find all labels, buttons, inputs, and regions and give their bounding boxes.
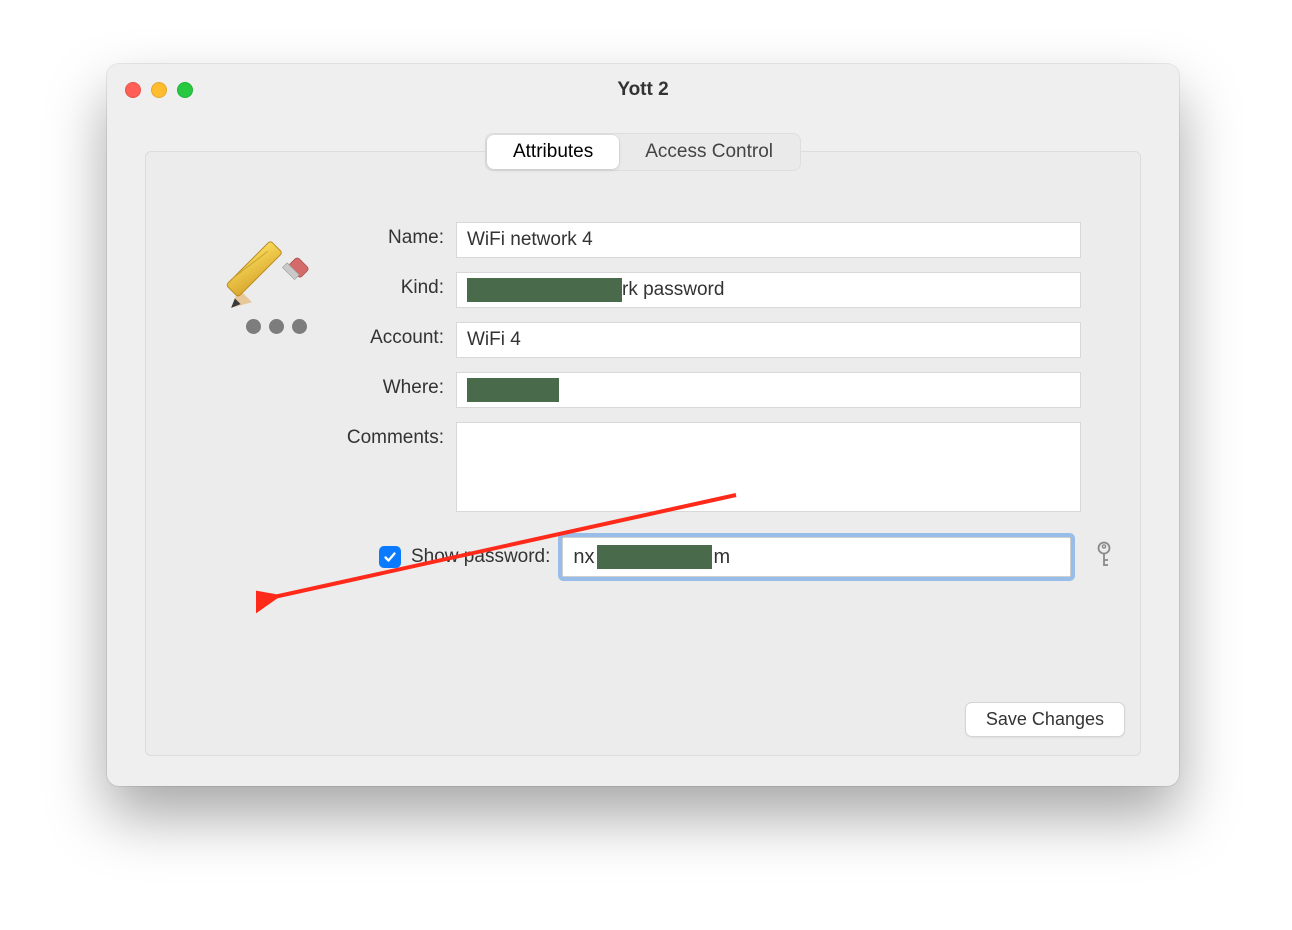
password-field[interactable]: nx m	[562, 537, 1071, 577]
comments-field[interactable]	[456, 422, 1081, 512]
save-changes-button[interactable]: Save Changes	[965, 702, 1125, 737]
tab-access-control[interactable]: Access Control	[619, 135, 799, 169]
where-field[interactable]	[456, 372, 1081, 408]
kind-value-suffix: rk password	[622, 279, 724, 301]
key-icon[interactable]	[1093, 541, 1115, 574]
tab-attributes[interactable]: Attributes	[487, 135, 619, 169]
row-comments: Comments:	[321, 422, 1115, 512]
label-where: Where:	[321, 372, 456, 399]
form-area: Name: Kind: rk password Account: Where:	[171, 222, 1115, 577]
traffic-lights	[125, 82, 193, 98]
maximize-button[interactable]	[177, 82, 193, 98]
row-show-password: Show password: nx m	[379, 537, 1115, 577]
item-icon-area	[196, 230, 326, 334]
password-value-suffix: m	[714, 546, 731, 569]
row-name: Name:	[321, 222, 1115, 258]
form-rows: Name: Kind: rk password Account: Where:	[321, 222, 1115, 577]
row-kind: Kind: rk password	[321, 272, 1115, 308]
password-value-prefix: nx	[573, 546, 594, 569]
window-title: Yott 2	[617, 79, 668, 101]
minimize-button[interactable]	[151, 82, 167, 98]
show-password-label: Show password:	[411, 546, 550, 568]
titlebar: Yott 2	[107, 64, 1179, 116]
row-where: Where:	[321, 372, 1115, 408]
row-account: Account:	[321, 322, 1115, 358]
redaction-block	[597, 545, 712, 569]
kind-field[interactable]: rk password	[456, 272, 1081, 308]
label-kind: Kind:	[321, 272, 456, 299]
content-panel: Attributes Access Control	[145, 151, 1141, 756]
keychain-item-window: Yott 2 Attributes Access Control	[107, 64, 1179, 786]
label-comments: Comments:	[321, 422, 456, 449]
name-field[interactable]	[456, 222, 1081, 258]
redaction-block	[467, 378, 559, 402]
account-field[interactable]	[456, 322, 1081, 358]
label-name: Name:	[321, 222, 456, 249]
redaction-block	[467, 278, 622, 302]
close-button[interactable]	[125, 82, 141, 98]
show-password-checkbox[interactable]	[379, 546, 401, 568]
label-account: Account:	[321, 322, 456, 349]
tab-group: Attributes Access Control	[485, 133, 801, 171]
check-icon	[383, 550, 397, 564]
pencil-icon	[214, 230, 309, 325]
